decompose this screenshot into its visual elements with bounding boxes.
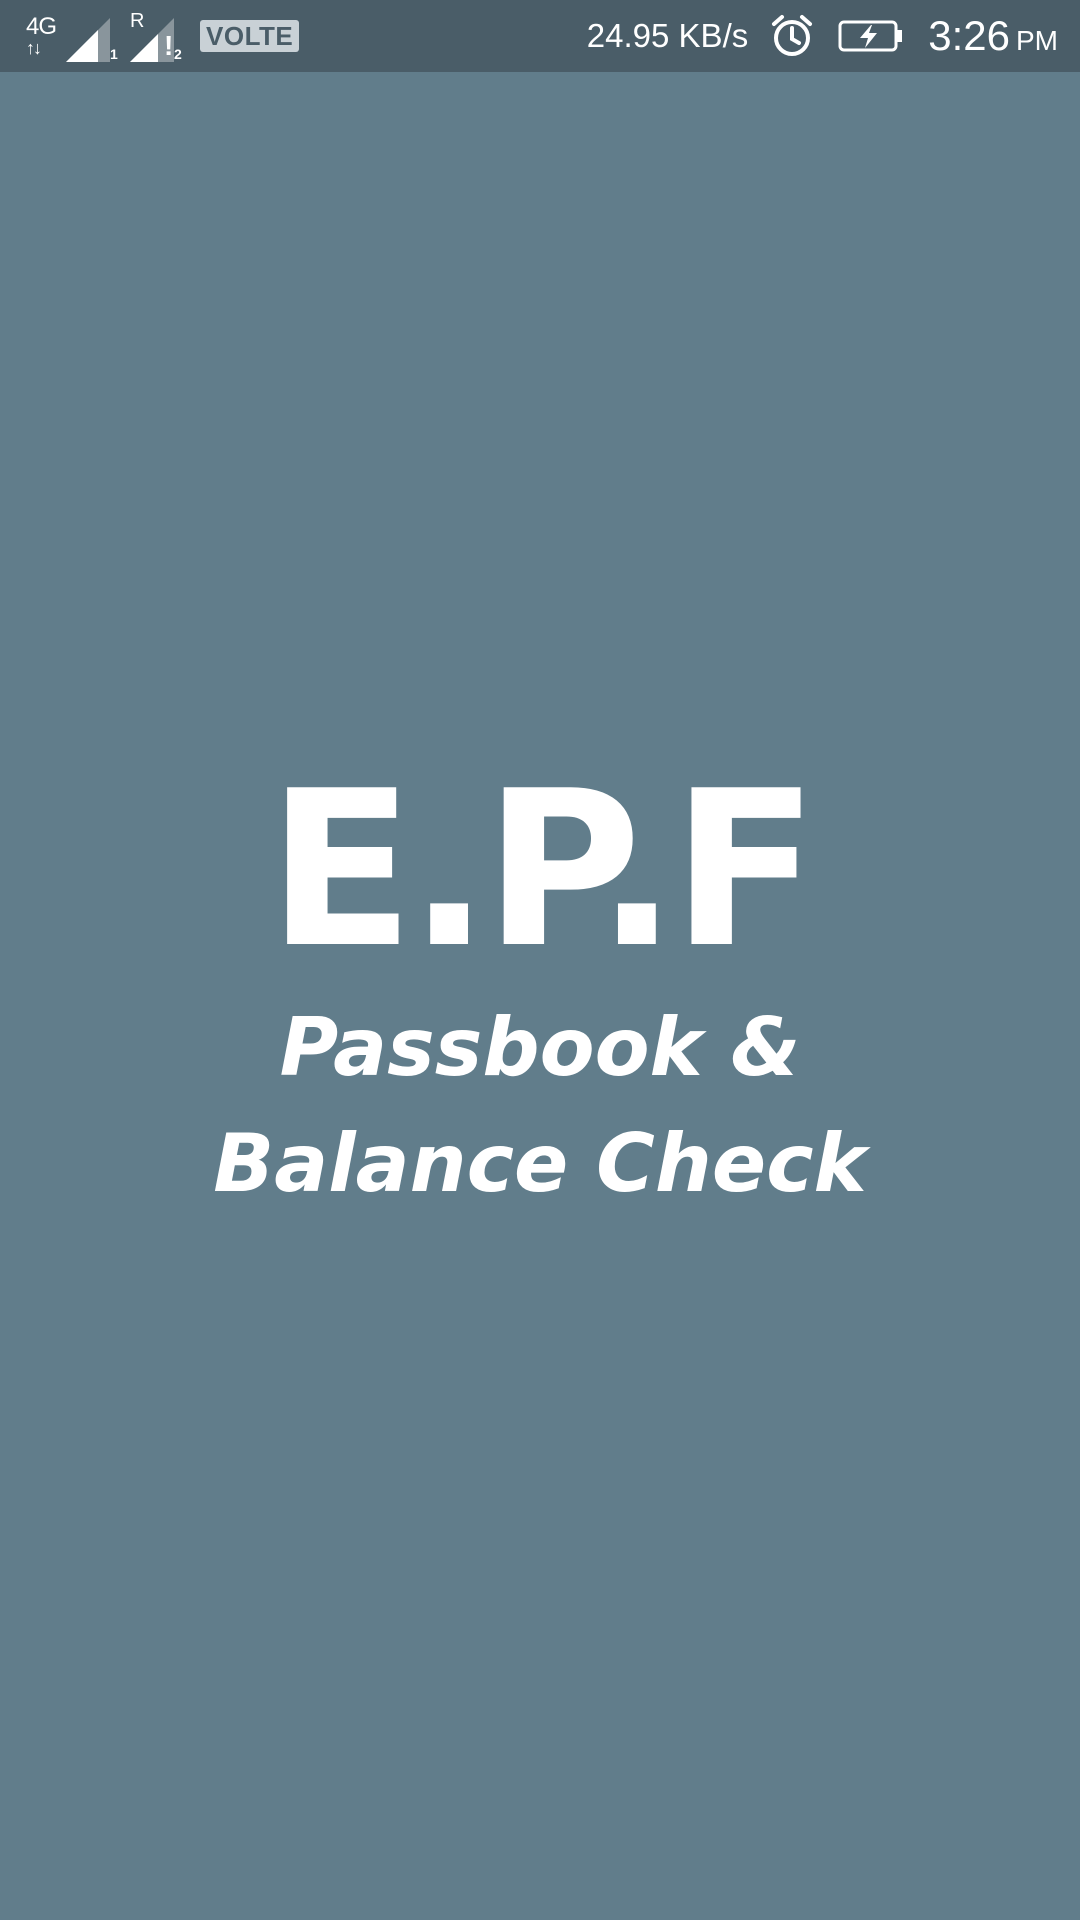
sim2-label: 2 xyxy=(174,46,182,62)
splash-content: E.P.F Passbook & Balance Check xyxy=(0,760,1080,1222)
signal-icon xyxy=(66,18,110,62)
alarm-icon xyxy=(770,14,814,58)
app-title: E.P.F xyxy=(267,744,818,995)
network-type-label: 4G xyxy=(26,13,57,40)
status-bar: 4G ↑↓ 1 R ! 2 VOLTE 24.95 KB/s 3:26 PM xyxy=(0,0,1080,72)
network-speed: 24.95 KB/s xyxy=(586,17,749,54)
no-service-warning-icon: ! xyxy=(164,30,174,61)
clock-time: 3:26 xyxy=(928,12,1010,59)
battery-charging-icon xyxy=(838,19,904,53)
sim1-label: 1 xyxy=(110,46,118,62)
status-bar-left: 4G ↑↓ 1 R ! 2 VOLTE xyxy=(24,0,300,72)
app-subtitle-line1: Passbook & xyxy=(279,1001,801,1094)
network-type-indicator: 4G ↑↓ xyxy=(24,11,60,61)
app-subtitle-line2: Balance Check xyxy=(213,1117,867,1210)
clock-ampm: PM xyxy=(1016,25,1058,56)
volte-badge: VOLTE xyxy=(200,20,300,52)
sim1-signal: 1 xyxy=(66,10,118,62)
data-activity-icon: ↑↓ xyxy=(26,38,42,58)
sim2-signal: R ! 2 xyxy=(130,10,182,62)
status-bar-right: 24.95 KB/s 3:26 PM xyxy=(587,0,1058,72)
status-clock: 3:26 PM xyxy=(928,12,1058,60)
